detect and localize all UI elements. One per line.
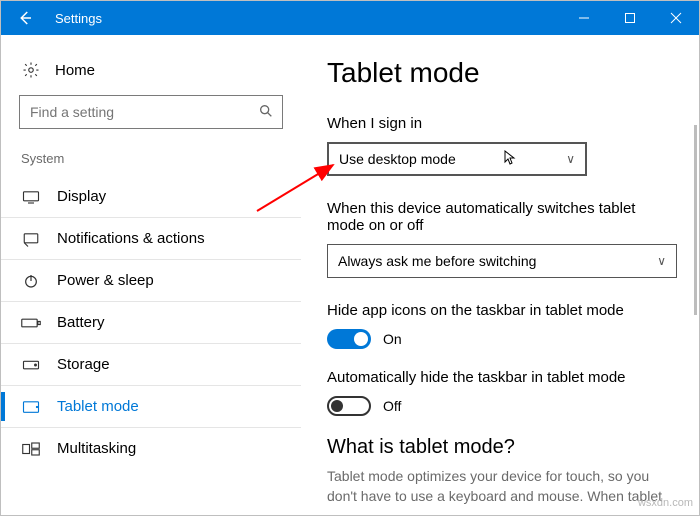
auto-hide-label: Automatically hide the taskbar in tablet… — [327, 369, 679, 386]
chevron-down-icon: ∨ — [566, 152, 575, 166]
notifications-icon — [21, 231, 41, 247]
display-icon — [21, 190, 41, 204]
minimize-icon — [578, 12, 590, 24]
auto-hide-toggle[interactable] — [327, 396, 371, 416]
arrow-left-icon — [16, 9, 34, 27]
scrollbar-thumb[interactable] — [694, 125, 697, 315]
sidebar-item-label: Power & sleep — [57, 272, 154, 289]
subheading: What is tablet mode? — [327, 436, 679, 459]
sidebar-item-power[interactable]: Power & sleep — [1, 260, 301, 302]
watermark: wsxdn.com — [638, 497, 693, 509]
maximize-icon — [624, 12, 636, 24]
window-title: Settings — [49, 1, 561, 35]
search-box[interactable] — [19, 95, 283, 129]
cursor-icon — [504, 150, 518, 169]
battery-icon — [21, 317, 41, 329]
signin-label: When I sign in — [327, 115, 679, 132]
minimize-button[interactable] — [561, 1, 607, 35]
back-button[interactable] — [1, 1, 49, 35]
switch-select-value: Always ask me before switching — [338, 253, 536, 269]
sidebar-group-label: System — [1, 151, 301, 176]
sidebar-item-label: Notifications & actions — [57, 230, 205, 247]
sidebar-item-label: Tablet mode — [57, 398, 139, 415]
sidebar-item-label: Storage — [57, 356, 110, 373]
signin-select-value: Use desktop mode — [339, 151, 456, 167]
chevron-down-icon: ∨ — [657, 254, 666, 268]
tablet-icon — [21, 400, 41, 414]
hide-icons-toggle[interactable] — [327, 329, 371, 349]
auto-hide-state: Off — [383, 398, 401, 414]
sidebar-item-label: Display — [57, 188, 106, 205]
scrollbar[interactable] — [694, 125, 697, 495]
sidebar-item-notifications[interactable]: Notifications & actions — [1, 218, 301, 260]
sidebar-item-label: Multitasking — [57, 440, 136, 457]
power-icon — [21, 273, 41, 289]
close-button[interactable] — [653, 1, 699, 35]
signin-select[interactable]: Use desktop mode ∨ — [327, 142, 587, 176]
sidebar-item-tablet-mode[interactable]: Tablet mode — [1, 386, 301, 428]
hide-icons-state: On — [383, 331, 402, 347]
content-pane: Tablet mode When I sign in Use desktop m… — [301, 35, 699, 515]
search-input[interactable] — [28, 103, 258, 121]
storage-icon — [21, 358, 41, 372]
maximize-button[interactable] — [607, 1, 653, 35]
home-label: Home — [55, 62, 95, 79]
multitasking-icon — [21, 442, 41, 456]
page-title: Tablet mode — [327, 57, 679, 89]
search-icon — [258, 103, 274, 122]
sidebar-item-battery[interactable]: Battery — [1, 302, 301, 344]
switch-select[interactable]: Always ask me before switching ∨ — [327, 244, 677, 278]
hide-icons-label: Hide app icons on the taskbar in tablet … — [327, 302, 679, 319]
subtext: Tablet mode optimizes your device for to… — [327, 467, 679, 506]
switch-label: When this device automatically switches … — [327, 200, 677, 234]
close-icon — [670, 12, 682, 24]
home-nav[interactable]: Home — [1, 53, 301, 95]
sidebar-item-label: Battery — [57, 314, 105, 331]
gear-icon — [21, 61, 41, 79]
title-bar: Settings — [1, 1, 699, 35]
sidebar-item-display[interactable]: Display — [1, 176, 301, 218]
sidebar: Home System Display Notifications & acti… — [1, 35, 301, 515]
sidebar-item-multitasking[interactable]: Multitasking — [1, 428, 301, 469]
sidebar-item-storage[interactable]: Storage — [1, 344, 301, 386]
